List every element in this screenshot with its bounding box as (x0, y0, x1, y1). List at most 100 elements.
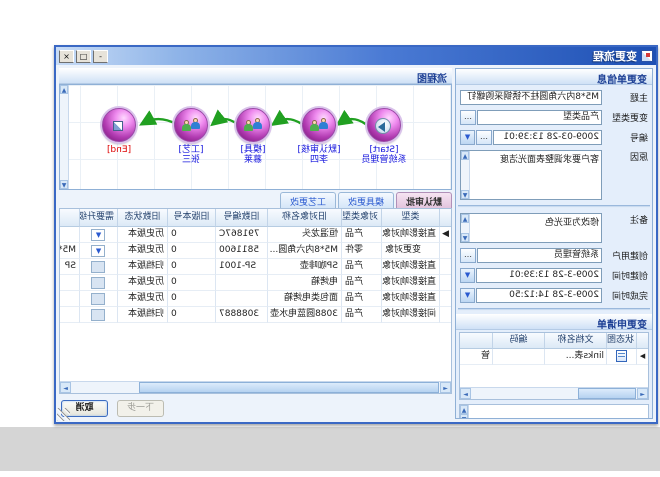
number-input[interactable]: 2009-03-28 13:39:01 (493, 130, 602, 145)
ellipsis-icon[interactable]: … (460, 248, 476, 263)
tab-mold-change[interactable]: 模具更改 (338, 192, 394, 208)
empty-list-scrollbar[interactable]: ▲ ▼ (460, 405, 469, 418)
table-row[interactable]: 直接影响对象 产品 SP咖啡壶 SP-1001 0 归档版本 SP (60, 259, 451, 275)
change-request-table: 状态图 文档名称 编码 ▶ links表... 管 ◄ (459, 332, 649, 400)
table-row[interactable]: 直接影响对象 产品 面包类电烤箱 0 历史版本 (60, 291, 451, 307)
app-icon (641, 50, 653, 62)
reason-scrollbar[interactable]: ▲ ▼ (461, 151, 470, 199)
upgrade-column-header[interactable]: 需要升级 (79, 209, 117, 227)
reason-textarea[interactable]: 客户要求调整表面光洁度 ▲ ▼ (460, 150, 602, 200)
ellipsis-icon[interactable]: … (460, 110, 476, 125)
remark-scrollbar[interactable]: ▲ ▼ (461, 214, 470, 242)
code-column-header[interactable]: 编码 (492, 333, 544, 349)
flow-chart-canvas[interactable]: [Start] 系统管理员 [默认审核] (59, 84, 452, 190)
people-icon (180, 117, 200, 133)
scroll-left-icon[interactable]: ◄ (440, 382, 451, 393)
resize-grip[interactable] (57, 408, 70, 421)
row-selector-icon: ▶ (636, 349, 648, 365)
old-number-column-header[interactable]: 旧数编号 (215, 209, 267, 227)
node-name: 慕莱 (218, 155, 288, 165)
flow-node-end[interactable]: [End] (84, 108, 154, 155)
create-time-input[interactable]: 2009-3-28 13:39:01 (476, 268, 602, 283)
scroll-down-icon[interactable]: ▼ (60, 180, 68, 189)
toggle-box-icon[interactable] (92, 309, 106, 321)
new-cell (59, 227, 79, 243)
old-name-column-header[interactable]: 旧对象名称 (267, 209, 341, 227)
new-column-header[interactable]: 新 (59, 209, 79, 227)
old-number-cell: 791867C (215, 227, 267, 243)
flow-node-mold[interactable]: [模具] 慕莱 (218, 108, 288, 165)
scroll-up-icon[interactable]: ▲ (461, 151, 469, 160)
scroll-down-icon[interactable]: ▼ (461, 190, 469, 199)
splitter (458, 205, 650, 208)
chevron-down-icon[interactable]: ▼ (460, 288, 475, 303)
doc-name-column-header[interactable]: 文档名称 (544, 333, 606, 349)
toggle-box-icon[interactable] (92, 277, 106, 289)
old-version-column-header[interactable]: 旧版本号 (167, 209, 215, 227)
play-icon (375, 118, 391, 134)
status-icon-column-header[interactable]: 状态图 (606, 333, 636, 349)
scroll-down-icon[interactable]: ▼ (460, 414, 468, 419)
old-version-cell: 0 (167, 307, 215, 323)
old-version-cell: 0 (167, 243, 215, 259)
flow-canvas-scrollbar[interactable]: ▲ ▼ (60, 85, 69, 189)
scroll-right-icon[interactable]: ► (60, 382, 71, 393)
impact-table-hscrollbar[interactable]: ◄ ► (60, 381, 451, 393)
next-button[interactable]: 下一步 (117, 400, 164, 417)
node-name: 系统管理员 (349, 155, 419, 165)
chevron-down-icon[interactable]: ▼ (460, 130, 475, 145)
old-name-cell: 3088圆蓝电水壶 (267, 307, 341, 323)
old-number-cell: SP-1001 (215, 259, 267, 275)
flow-node-default-review[interactable]: [默认审核] 李四 (284, 108, 354, 165)
old-status-column-header[interactable]: 旧数状态 (117, 209, 167, 227)
table-row[interactable]: 直接影响对象 产品 电烤箱 0 历史版本 (60, 275, 451, 291)
maximize-button[interactable]: □ (76, 50, 91, 63)
subject-input[interactable]: M5*8内六角圆柱不锈钢采购螺钉 (460, 90, 602, 105)
table-row[interactable]: 变更对象 零件 M5*8内六角圆... 5811600 0 历史版本 ▼ M5*… (60, 243, 451, 259)
request-table-row[interactable]: ▶ links表... 管 (460, 349, 648, 365)
window-body: 变更单信息 主题 M5*8内六角圆柱不锈钢采购螺钉 变更类型 产品类型 … 编号… (56, 65, 656, 422)
objtype-column-header[interactable]: 对象类型 (341, 209, 381, 227)
change-type-input[interactable]: 产品类型 (477, 110, 602, 125)
cube-icon (113, 121, 123, 131)
selector-column-header (636, 333, 648, 349)
remark-textarea[interactable]: 修改为亚光色 ▲ ▼ (460, 213, 602, 243)
creator-input[interactable]: 系统管理员 (477, 248, 602, 263)
request-table-hscrollbar[interactable]: ◄ ► (460, 387, 648, 399)
scrollbar-thumb[interactable] (139, 382, 439, 393)
tab-default-approval[interactable]: 默认审批 (396, 192, 452, 208)
tab-process-change[interactable]: 工艺更改 (280, 192, 336, 208)
upgrade-cell (79, 259, 117, 275)
flow-node-start[interactable]: [Start] 系统管理员 (349, 108, 419, 165)
node-role: [End] (84, 145, 154, 155)
creator-label: 创建用户 (602, 249, 648, 262)
titlebar[interactable]: 变更流程 - □ × (56, 47, 656, 65)
scroll-right-icon[interactable]: ► (460, 388, 471, 399)
ellipsis-icon[interactable]: … (476, 130, 492, 145)
node-name: 张三 (156, 155, 226, 165)
table-row[interactable]: ▶ 直接影响对象 产品 恒温龙头 791867C 0 历史版本 ▼ (60, 227, 451, 243)
scroll-left-icon[interactable]: ◄ (637, 388, 648, 399)
toggle-box-icon[interactable] (92, 293, 106, 305)
scroll-up-icon[interactable]: ▲ (460, 405, 468, 414)
chevron-down-icon[interactable]: ▼ (92, 229, 106, 241)
toggle-box-icon[interactable] (92, 261, 106, 273)
finish-time-input[interactable]: 2009-3-28 14:12:50 (476, 288, 602, 303)
new-cell (59, 291, 79, 307)
chevron-down-icon[interactable]: ▼ (460, 268, 475, 283)
scroll-up-icon[interactable]: ▲ (461, 214, 469, 223)
objtype-cell: 零件 (341, 243, 381, 259)
type-column-header[interactable]: 类型 (381, 209, 439, 227)
scroll-down-icon[interactable]: ▼ (461, 233, 469, 242)
reason-row: 原因 客户要求调整表面光洁度 ▲ ▼ (460, 150, 648, 200)
chevron-down-icon[interactable]: ▼ (92, 245, 106, 257)
table-row[interactable]: 间接影响对象 产品 3088圆蓝电水壶 3088887 0 归档版本 (60, 307, 451, 323)
impact-objects-table: 类型 对象类型 旧对象名称 旧数编号 旧版本号 旧数状态 需要升级 新 ▶ 直接… (59, 208, 452, 394)
minimize-button[interactable]: - (93, 50, 108, 63)
old-status-cell: 历史版本 (117, 275, 167, 291)
scrollbar-thumb[interactable] (578, 388, 636, 399)
close-button[interactable]: × (59, 50, 74, 63)
flow-node-process[interactable]: [工艺] 张三 (156, 108, 226, 165)
change-type-row: 变更类型 产品类型 … (460, 110, 648, 125)
scroll-up-icon[interactable]: ▲ (60, 85, 68, 94)
